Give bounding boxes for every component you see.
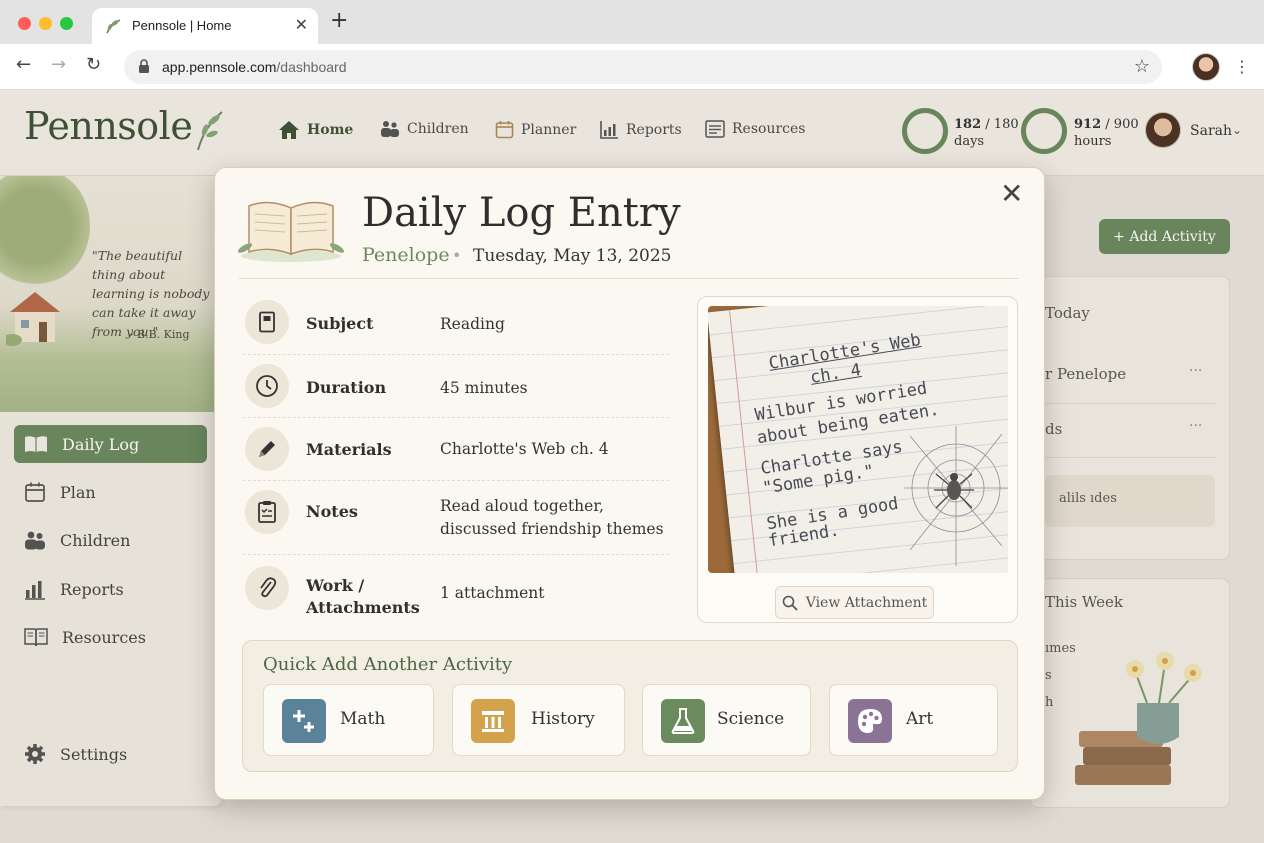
quick-add-math-button[interactable]: Math [263,684,434,756]
browser-menu-icon[interactable]: ⋮ [1234,57,1250,76]
close-icon[interactable]: ✕ [1000,180,1023,208]
daily-log-entry-modal: Daily Log Entry Penelope • Tuesday, May … [214,167,1045,800]
reload-button[interactable]: ↻ [86,56,101,74]
browser-tab[interactable]: Pennsole | Home ✕ [92,8,318,44]
browser-tab-bar: Pennsole | Home ✕ + [0,0,1264,44]
quick-add-history-button[interactable]: History [452,684,625,756]
browser-profile-avatar[interactable] [1192,53,1220,81]
math-icon [282,699,326,743]
pencil-icon [245,427,289,471]
url-field[interactable]: app.pennsole.com/dashboard ☆ [124,50,1162,84]
tab-title: Pennsole | Home [132,18,232,33]
minimize-window-button[interactable] [39,17,52,30]
palette-icon [848,699,892,743]
paperclip-icon [245,566,289,610]
quick-add-label: Art [906,709,934,729]
attachment-photo[interactable]: Charlotte's Web ch. 4 Wilbur is worried … [708,306,1008,573]
divider [243,417,669,418]
leaf-icon [106,19,121,34]
view-attachment-button[interactable]: View Attachment [775,586,934,619]
separator-dot: • [452,246,462,265]
attachment-preview: Charlotte's Web ch. 4 Wilbur is worried … [697,296,1018,623]
forward-button[interactable]: → [51,56,66,74]
flask-icon [661,699,705,743]
search-icon [782,595,798,611]
quick-add-science-button[interactable]: Science [642,684,811,756]
field-value: 45 minutes [440,379,528,397]
back-button[interactable]: ← [16,56,31,74]
maximize-window-button[interactable] [60,17,73,30]
quick-add-art-button[interactable]: Art [829,684,998,756]
child-name: Penelope [362,244,450,266]
open-book-illustration [237,201,345,262]
url-text: app.pennsole.com/dashboard [162,59,346,75]
field-value[interactable]: 1 attachment [440,582,670,605]
quick-add-title: Quick Add Another Activity [263,654,513,675]
notebook-icon [245,300,289,344]
new-tab-button[interactable]: + [330,10,348,32]
quick-add-label: History [531,709,595,729]
spider-web-drawing [904,426,1008,566]
modal-title: Daily Log Entry [362,190,681,236]
field-value: Reading [440,315,505,333]
quick-add-section: Quick Add Another Activity Math History … [242,640,1018,772]
clipboard-icon [245,490,289,534]
quick-add-label: Math [340,709,386,729]
field-label: Work / Attachments [306,576,420,617]
field-value: Charlotte's Web ch. 4 [440,440,609,458]
lock-icon [139,59,149,73]
pillar-icon [471,699,515,743]
close-window-button[interactable] [18,17,31,30]
bookmark-star-icon[interactable]: ☆ [1134,56,1150,77]
divider [243,354,669,355]
address-bar-row: ← → ↻ app.pennsole.com/dashboard ☆ [0,44,1264,90]
quick-add-label: Science [717,709,785,729]
clock-icon [245,364,289,408]
field-label: Subject [306,314,374,333]
url-path: /dashboard [276,59,347,75]
tab-close-icon[interactable]: ✕ [295,15,308,34]
field-label: Duration [306,378,387,397]
field-label: Notes [306,502,358,521]
field-value: Read aloud together, discussed friendshi… [440,497,664,538]
divider [243,480,669,481]
view-attachment-label: View Attachment [805,594,928,611]
entry-date: Tuesday, May 13, 2025 [473,246,672,266]
margin-line [729,310,762,573]
url-host: app.pennsole.com [162,59,277,75]
field-label: Materials [306,440,392,459]
divider [239,278,1019,279]
divider [243,554,669,555]
